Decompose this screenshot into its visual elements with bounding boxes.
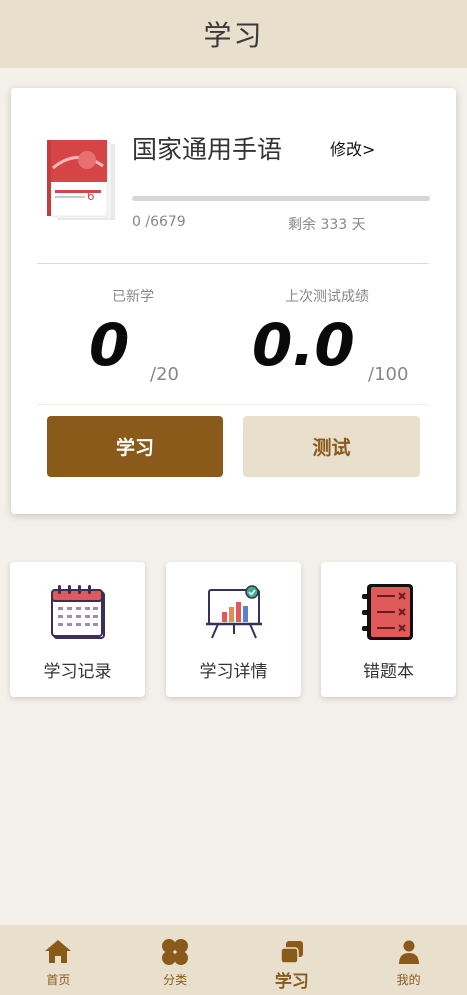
course-name: 国家通用手语 [132,135,283,164]
days-remaining: 剩余 333 天 [288,217,366,233]
study-record-tile[interactable]: 学习记录 [10,562,145,697]
study-record-label: 学习记录 [43,662,112,682]
wrong-notebook-label: 错题本 [363,662,414,682]
bottom-tab-bar: 首页 分类 学习 我的 [0,925,467,995]
tab-mine[interactable]: 我的 [350,925,467,995]
progress-count: 0 /6679 [132,214,186,230]
study-detail-tile[interactable]: 学习详情 [166,562,301,697]
score-total: /100 [368,364,409,385]
course-card: 6 国家通用手语 修改> 0 /6679 剩余 333 天 已新学 0 /20 … [11,88,456,514]
study-detail-label: 学习详情 [199,662,268,682]
top-bar: 学习 [0,0,467,68]
user-icon [398,940,419,964]
progress-bar [132,196,430,201]
svg-text:6: 6 [87,189,95,203]
tab-study-label: 学习 [274,972,309,992]
presentation-chart-icon [205,585,262,639]
divider [37,404,429,405]
tab-home[interactable]: 首页 [0,925,117,995]
divider [37,263,429,264]
tab-home-label: 首页 [46,973,71,987]
score-value: 0.0 [252,311,355,379]
wrong-notebook-tile[interactable]: 错题本 [321,562,456,697]
tab-study[interactable]: 学习 [234,925,351,995]
book-cover-image: 6 [47,139,115,220]
edit-course-link[interactable]: 修改> [330,136,375,160]
wrong-notebook-icon [361,584,413,640]
learned-label: 已新学 [112,289,154,305]
score-label: 上次测试成绩 [285,289,369,305]
page-title: 学习 [203,19,264,52]
learned-value: 0 [89,311,130,379]
tab-category-label: 分类 [163,973,188,987]
calendar-icon [50,585,105,639]
learned-total: /20 [150,364,179,385]
study-button[interactable]: 学习 [47,416,223,477]
home-icon [45,940,72,963]
test-button[interactable]: 测试 [243,416,420,477]
tab-category[interactable]: 分类 [117,925,234,995]
study-icon [280,941,303,964]
tab-mine-label: 我的 [396,973,421,987]
category-icon [162,939,189,965]
